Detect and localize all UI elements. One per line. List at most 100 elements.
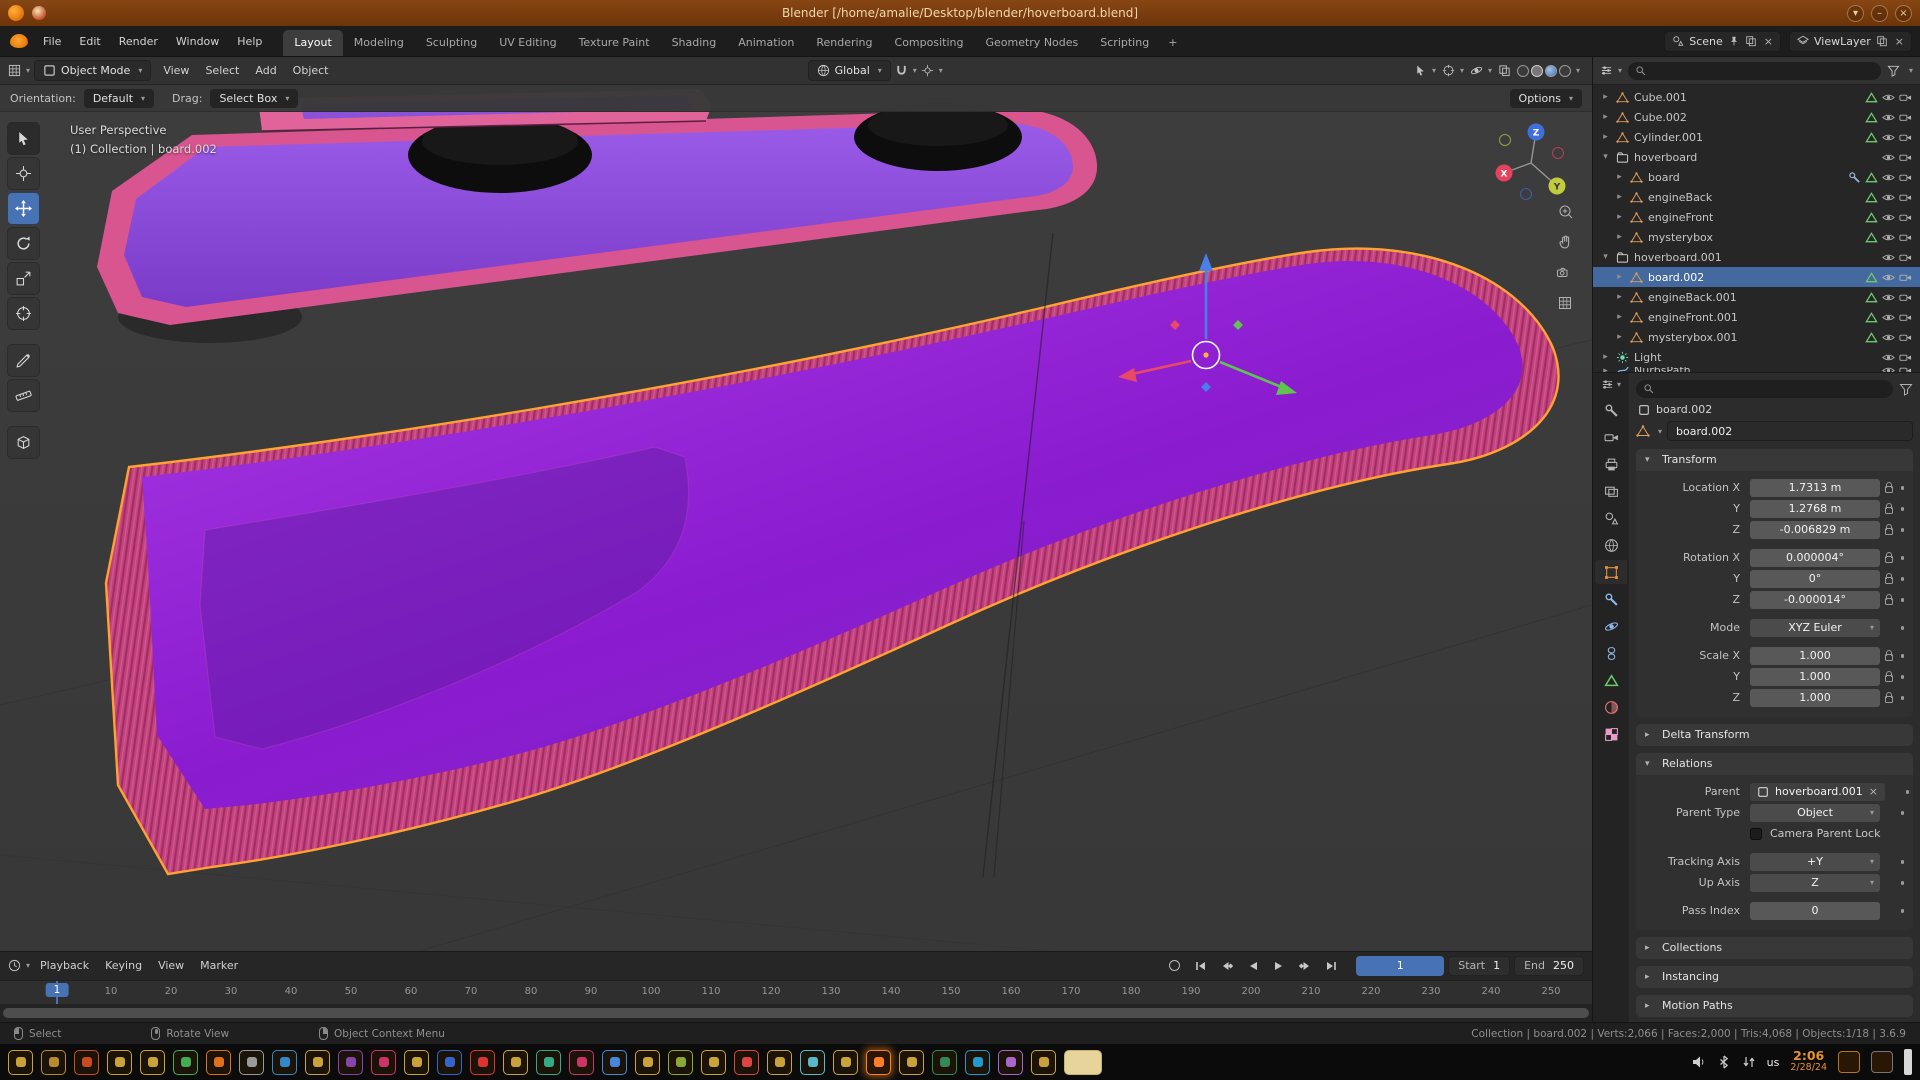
- parent-field[interactable]: hoverboard.001 ×: [1750, 783, 1885, 801]
- lock-icon[interactable]: [1885, 675, 1893, 682]
- taskbar-app-icon[interactable]: [800, 1050, 825, 1075]
- delta-transform-header[interactable]: ▸ Delta Transform: [1636, 724, 1913, 746]
- outliner-row-hoverboard.001[interactable]: ▾hoverboard.001: [1593, 247, 1920, 267]
- expand-arrow-icon[interactable]: ▸: [1599, 132, 1612, 142]
- transform-tool-button[interactable]: [7, 297, 40, 330]
- object-browse-dropdown[interactable]: ▾: [1658, 427, 1662, 436]
- outliner-filter-dropdown[interactable]: ▾: [1909, 66, 1913, 75]
- xray-toggle[interactable]: [1498, 64, 1511, 77]
- eye-icon[interactable]: [1882, 291, 1895, 304]
- frame-start-field[interactable]: Start 1: [1448, 956, 1510, 976]
- solid-shading-icon[interactable]: [1531, 65, 1543, 77]
- blender-menu-icon[interactable]: [10, 34, 28, 48]
- outliner-row-hoverboard[interactable]: ▾hoverboard: [1593, 147, 1920, 167]
- taskbar-media-player-icon[interactable]: [206, 1050, 231, 1075]
- clear-parent-button[interactable]: ×: [1869, 785, 1878, 798]
- viewport-menu-add[interactable]: Add: [247, 60, 284, 81]
- expand-arrow-icon[interactable]: ▸: [1599, 92, 1612, 102]
- proportional-edit-toggle[interactable]: ▾: [921, 64, 943, 77]
- number-field-z[interactable]: -0.000014°: [1750, 591, 1880, 609]
- timeline-editor-type-button[interactable]: ▾: [8, 959, 30, 972]
- timeline-menu-playback[interactable]: Playback: [32, 955, 97, 976]
- keyboard-layout-indicator[interactable]: us: [1767, 1056, 1780, 1069]
- outliner-editor-type-button[interactable]: ▾: [1600, 64, 1622, 77]
- eye-icon[interactable]: [1882, 351, 1895, 364]
- 3d-viewport[interactable]: Z X Y: [0, 85, 1592, 951]
- material-shading-icon[interactable]: [1545, 65, 1557, 77]
- expand-arrow-icon[interactable]: ▸: [1613, 232, 1626, 242]
- options-dropdown[interactable]: Options▾: [1510, 89, 1582, 108]
- rendered-shading-icon[interactable]: [1559, 65, 1571, 77]
- properties-tab-data[interactable]: [1595, 668, 1627, 692]
- pass-index-field[interactable]: 0: [1750, 902, 1880, 920]
- taskbar-terminal-icon[interactable]: [41, 1050, 66, 1075]
- cam-icon[interactable]: [1899, 231, 1912, 244]
- outliner-row-board.002[interactable]: ▸board.002: [1593, 267, 1920, 287]
- taskbar-app-icon[interactable]: [272, 1050, 297, 1075]
- gizmos-dropdown[interactable]: ▾: [1442, 64, 1464, 77]
- menubar-menu-render[interactable]: Render: [110, 31, 167, 52]
- viewport-menu-view[interactable]: View: [155, 60, 197, 81]
- properties-search-input[interactable]: [1636, 380, 1893, 398]
- selectability-dropdown[interactable]: ▾: [1414, 64, 1436, 77]
- taskbar-app-icon[interactable]: [635, 1050, 660, 1075]
- expand-arrow-icon[interactable]: ▸: [1613, 172, 1626, 182]
- viewport-menu-object[interactable]: Object: [285, 60, 337, 81]
- taskbar-app-icon[interactable]: [767, 1050, 792, 1075]
- eye-icon[interactable]: [1882, 311, 1895, 324]
- taskbar-app-icon[interactable]: [470, 1050, 495, 1075]
- measure-tool-button[interactable]: [7, 379, 40, 412]
- expand-arrow-icon[interactable]: ▸: [1613, 332, 1626, 342]
- eye-icon[interactable]: [1882, 191, 1895, 204]
- bluetooth-icon[interactable]: [1717, 1055, 1731, 1069]
- taskbar-app-icon[interactable]: [701, 1050, 726, 1075]
- scene-selector[interactable]: Scene ×: [1664, 31, 1781, 52]
- taskbar-app-icon[interactable]: [173, 1050, 198, 1075]
- lock-icon[interactable]: [1885, 696, 1893, 703]
- lock-icon[interactable]: [1885, 556, 1893, 563]
- properties-editor-type-button[interactable]: ▾: [1601, 378, 1621, 391]
- menubar-menu-edit[interactable]: Edit: [70, 31, 109, 52]
- timeline-menu-view[interactable]: View: [150, 955, 192, 976]
- expand-arrow-icon[interactable]: ▸: [1613, 292, 1626, 302]
- outliner-row-Cube.002[interactable]: ▸Cube.002: [1593, 107, 1920, 127]
- breadcrumb-object[interactable]: board.002: [1656, 403, 1712, 416]
- panel-header[interactable]: ▸Collections: [1636, 937, 1913, 959]
- new-scene-icon[interactable]: [1745, 35, 1757, 47]
- wireframe-shading-icon[interactable]: [1517, 65, 1529, 77]
- taskbar-app-icon[interactable]: [569, 1050, 594, 1075]
- mode-dropdown[interactable]: Object Mode▾: [34, 60, 151, 81]
- cursor-tool-button[interactable]: [7, 157, 40, 190]
- taskbar-app-icon[interactable]: [371, 1050, 396, 1075]
- taskbar-window-preview-icon[interactable]: [1064, 1050, 1102, 1075]
- number-field-z[interactable]: 1.000: [1750, 689, 1880, 707]
- expand-arrow-icon[interactable]: ▾: [1599, 152, 1612, 162]
- cam-icon[interactable]: [1899, 211, 1912, 224]
- expand-arrow-icon[interactable]: ▸: [1599, 352, 1612, 362]
- taskbar-app-grid-icon[interactable]: [8, 1050, 33, 1075]
- taskbar-app-icon[interactable]: [998, 1050, 1023, 1075]
- playhead-frame-badge[interactable]: 1: [46, 983, 69, 997]
- number-field-rotation-x[interactable]: 0.000004°: [1750, 549, 1880, 567]
- outliner-row-mysterybox.001[interactable]: ▸mysterybox.001: [1593, 327, 1920, 347]
- viewport-menu-select[interactable]: Select: [197, 60, 247, 81]
- properties-tab-tool[interactable]: [1595, 398, 1627, 422]
- properties-tab-view-layer[interactable]: [1595, 479, 1627, 503]
- show-desktop-button[interactable]: [1904, 1049, 1912, 1075]
- editor-type-button[interactable]: ▾: [8, 64, 30, 77]
- viewlayer-selector[interactable]: ViewLayer ×: [1789, 31, 1912, 52]
- annotate-tool-button[interactable]: [7, 344, 40, 377]
- orientation-dropdown-default[interactable]: Default▾: [84, 89, 154, 108]
- cam-icon[interactable]: [1899, 91, 1912, 104]
- outliner-row-Light[interactable]: ▸Light: [1593, 347, 1920, 367]
- taskbar-app-icon[interactable]: [536, 1050, 561, 1075]
- select-box-tool-button[interactable]: [7, 122, 40, 155]
- cam-icon[interactable]: [1899, 111, 1912, 124]
- taskbar-blender-icon[interactable]: [866, 1050, 891, 1075]
- cam-icon[interactable]: [1899, 171, 1912, 184]
- jump-to-end-button[interactable]: [1320, 956, 1342, 976]
- menubar-menu-window[interactable]: Window: [167, 31, 228, 52]
- taskbar-app-icon[interactable]: [668, 1050, 693, 1075]
- taskbar-app-icon[interactable]: [602, 1050, 627, 1075]
- move-tool-button[interactable]: [7, 192, 40, 225]
